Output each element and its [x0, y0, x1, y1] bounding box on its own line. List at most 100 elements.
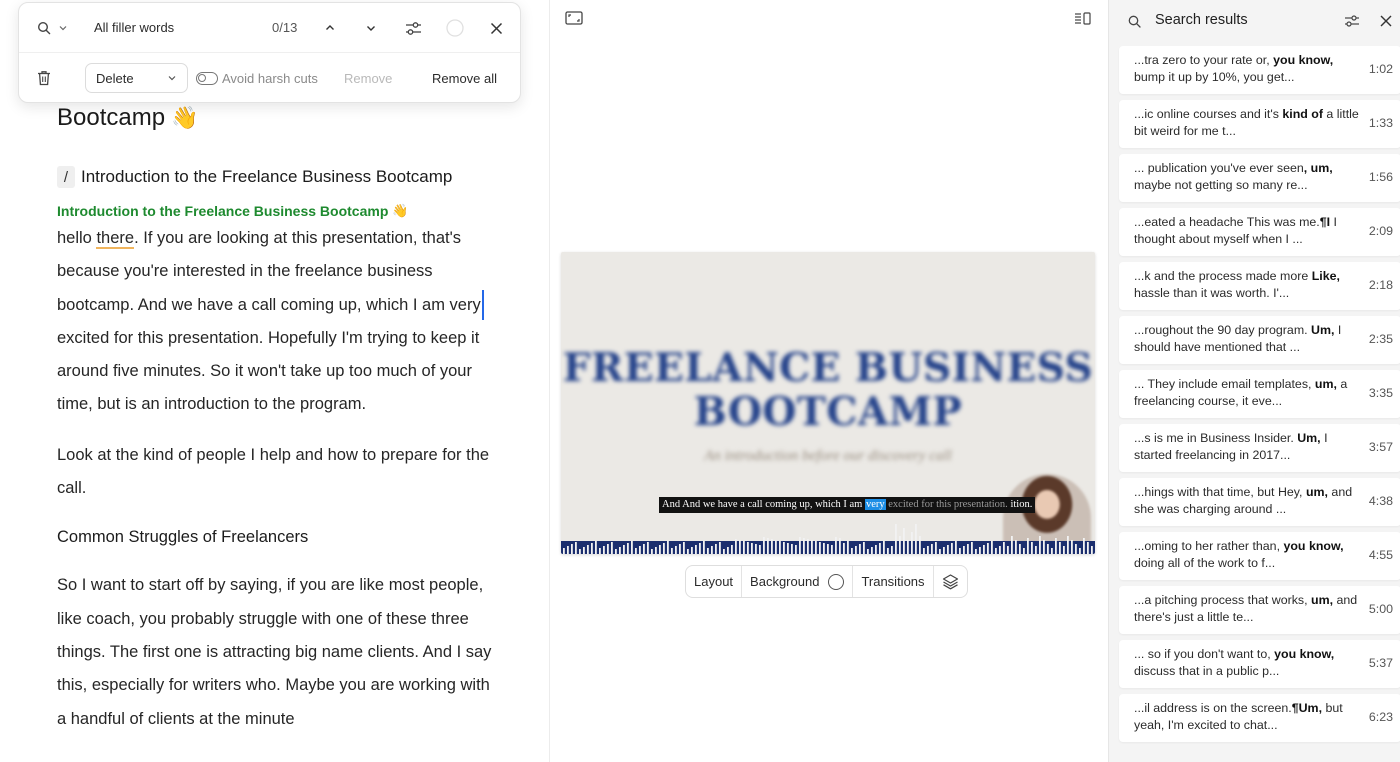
waveform-bar	[739, 540, 741, 554]
aspect-ratio-button[interactable]	[564, 9, 584, 27]
avoid-harsh-cuts-toggle[interactable]: Avoid harsh cuts	[196, 71, 318, 86]
transcript-paragraph[interactable]: So I want to start off by saying, if you…	[57, 569, 497, 735]
waveform-bar	[691, 547, 693, 554]
waveform-bar	[851, 548, 853, 554]
find-query-text[interactable]: All filler words	[94, 20, 174, 35]
waveform-bar	[967, 544, 969, 554]
search-result-timestamp: 3:57	[1368, 440, 1393, 454]
waveform-bar	[639, 546, 641, 554]
search-result-item[interactable]: ...eated a headache This was me.¶I I tho…	[1119, 208, 1400, 256]
caption-overlay[interactable]: And And we have a call coming up, which …	[659, 497, 1036, 513]
trash-icon	[38, 71, 50, 86]
waveform-bar	[959, 548, 961, 554]
search-filter-button[interactable]	[1342, 11, 1362, 31]
search-result-match: um,	[1311, 593, 1334, 607]
layers-button[interactable]	[934, 566, 967, 597]
search-result-item[interactable]: ...a pitching process that works, um, an…	[1119, 586, 1400, 634]
waveform-bar	[975, 549, 977, 554]
layout-button[interactable]: Layout	[686, 566, 743, 597]
search-result-snippet: ... so if you don't want to, you know, d…	[1134, 646, 1360, 680]
waveform-bar	[663, 543, 665, 554]
waveform-bar	[743, 541, 745, 554]
filler-word-highlight[interactable]: there	[96, 229, 135, 249]
waveform-bar	[607, 544, 609, 554]
search-result-item[interactable]: ...s is me in Business Insider. Um, I st…	[1119, 424, 1400, 472]
waveform-bar	[883, 541, 885, 554]
document-title[interactable]: Bootcamp 👋	[57, 100, 497, 136]
search-result-item[interactable]: ... so if you don't want to, you know, d…	[1119, 640, 1400, 688]
transcript-paragraph[interactable]: hello there. If you are looking at this …	[57, 222, 497, 422]
document-title-text: Bootcamp	[57, 104, 166, 131]
transcript-document[interactable]: Bootcamp 👋 / Introduction to the Freelan…	[57, 100, 497, 736]
waveform-bar	[1039, 536, 1041, 554]
search-result-context: hassle than it was worth. I'...	[1134, 286, 1290, 300]
scene-heading-text: Introduction to the Freelance Business B…	[81, 167, 453, 186]
search-result-item[interactable]: ...il address is on the screen.¶Um, but …	[1119, 694, 1400, 742]
transcript-paragraph[interactable]: Look at the kind of people I help and ho…	[57, 439, 497, 506]
previous-match-button[interactable]	[319, 17, 341, 39]
waveform-bar	[811, 540, 813, 554]
waveform-bar	[971, 542, 973, 554]
search-result-item[interactable]: ... They include email templates, um, a …	[1119, 370, 1400, 418]
video-canvas[interactable]: FREELANCE BUSINESS BOOTCAMP An introduct…	[561, 252, 1095, 554]
search-result-match: Um,	[1297, 431, 1321, 445]
search-result-context: ...hings with that time, but Hey,	[1134, 485, 1306, 499]
waveform-bar	[795, 545, 797, 554]
close-icon	[490, 22, 502, 34]
search-result-item[interactable]: ...roughout the 90 day program. Um, I sh…	[1119, 316, 1400, 364]
search-result-timestamp: 1:56	[1368, 170, 1393, 184]
filter-settings-button[interactable]	[402, 17, 424, 39]
search-result-item[interactable]: ...hings with that time, but Hey, um, an…	[1119, 478, 1400, 526]
search-result-item[interactable]: ...ic online courses and it's kind of a …	[1119, 100, 1400, 148]
search-result-item[interactable]: ...k and the process made more Like, has…	[1119, 262, 1400, 310]
search-result-item[interactable]: ...oming to her rather than, you know, d…	[1119, 532, 1400, 580]
waveform-bar	[895, 524, 897, 554]
scene-slash-icon[interactable]: /	[57, 166, 75, 188]
transitions-button[interactable]: Transitions	[853, 566, 934, 597]
text-cursor	[481, 290, 484, 321]
chevron-down-icon	[367, 26, 375, 31]
loading-indicator	[445, 18, 465, 38]
waveform-bar	[619, 547, 621, 554]
scene-heading[interactable]: / Introduction to the Freelance Business…	[57, 164, 497, 190]
background-button[interactable]: Background	[742, 566, 854, 597]
waving-hand-emoji: 👋	[171, 105, 199, 130]
delete-matches-button[interactable]	[34, 67, 54, 89]
close-search-button[interactable]	[1376, 11, 1396, 31]
search-scope-dropdown[interactable]	[35, 18, 71, 38]
transcript-text: excited for this presentation. Hopefully…	[57, 328, 480, 414]
close-find-button[interactable]	[485, 17, 507, 39]
toggle-panel-button[interactable]	[1072, 9, 1092, 27]
waveform-bar	[847, 541, 849, 554]
search-results-header: Search results	[1109, 0, 1400, 42]
search-result-context: ... publication you've ever seen	[1134, 161, 1304, 175]
waveform-bar	[679, 544, 681, 554]
section-heading[interactable]: Common Struggles of Freelancers	[57, 523, 497, 551]
waveform-bar	[695, 545, 697, 554]
waveform-bar	[807, 539, 809, 554]
waveform-bar	[791, 544, 793, 554]
waveform-bar	[1075, 544, 1077, 554]
action-select[interactable]: Delete	[85, 63, 188, 93]
search-result-timestamp: 1:33	[1368, 116, 1393, 130]
search-result-item[interactable]: ...tra zero to your rate or, you know, b…	[1119, 46, 1400, 94]
transcript-text: hello	[57, 229, 97, 247]
waveform-bar	[1047, 544, 1049, 554]
layout-label: Layout	[694, 574, 734, 589]
waveform-bar	[1019, 544, 1021, 554]
video-toolbar: Layout Background Transitions	[685, 565, 968, 598]
waveform-bar	[911, 532, 913, 554]
remove-all-button[interactable]: Remove all	[432, 71, 497, 86]
waveform-bar	[1071, 540, 1073, 554]
waveform-bar	[1027, 538, 1029, 554]
scene-label[interactable]: Introduction to the Freelance Business B…	[57, 200, 497, 222]
remove-button[interactable]: Remove	[344, 71, 392, 86]
next-match-button[interactable]	[360, 17, 382, 39]
search-result-item[interactable]: ... publication you've ever seen, um, ma…	[1119, 154, 1400, 202]
search-result-context: ...roughout the 90 day program.	[1134, 323, 1312, 337]
waveform-bar	[879, 543, 881, 554]
search-icon	[37, 21, 51, 35]
waveform-bar	[951, 543, 953, 554]
toggle-switch-icon	[196, 72, 218, 85]
waveform-bar	[787, 543, 789, 554]
